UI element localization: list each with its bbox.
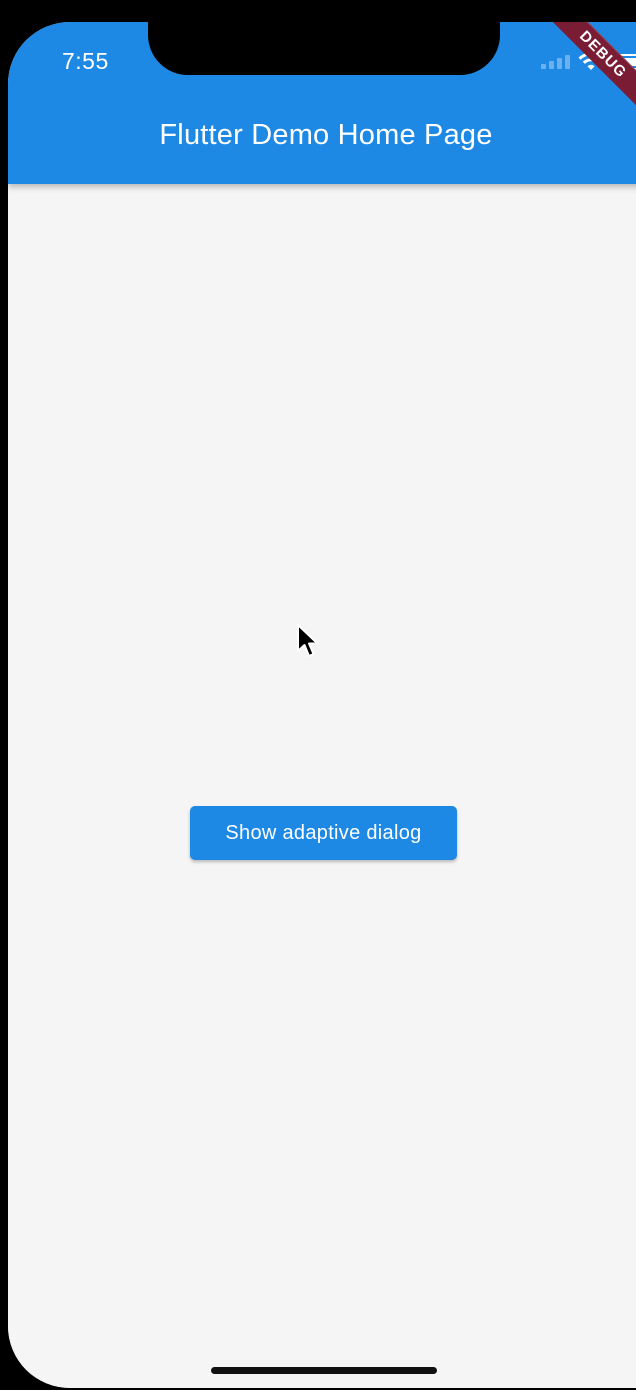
signal-icon bbox=[541, 55, 570, 69]
page-title: Flutter Demo Home Page bbox=[159, 119, 493, 151]
status-time: 7:55 bbox=[62, 48, 109, 74]
device-notch bbox=[148, 22, 500, 75]
main-content: Show adaptive dialog bbox=[8, 184, 636, 1388]
phone-frame: 7:55 Flutter Demo Home Page DEBUG Show a… bbox=[8, 22, 636, 1388]
home-indicator bbox=[211, 1367, 437, 1374]
show-adaptive-dialog-button[interactable]: Show adaptive dialog bbox=[190, 806, 457, 860]
screen: 7:55 Flutter Demo Home Page DEBUG Show a… bbox=[0, 0, 636, 1390]
mouse-cursor-icon bbox=[297, 624, 319, 657]
